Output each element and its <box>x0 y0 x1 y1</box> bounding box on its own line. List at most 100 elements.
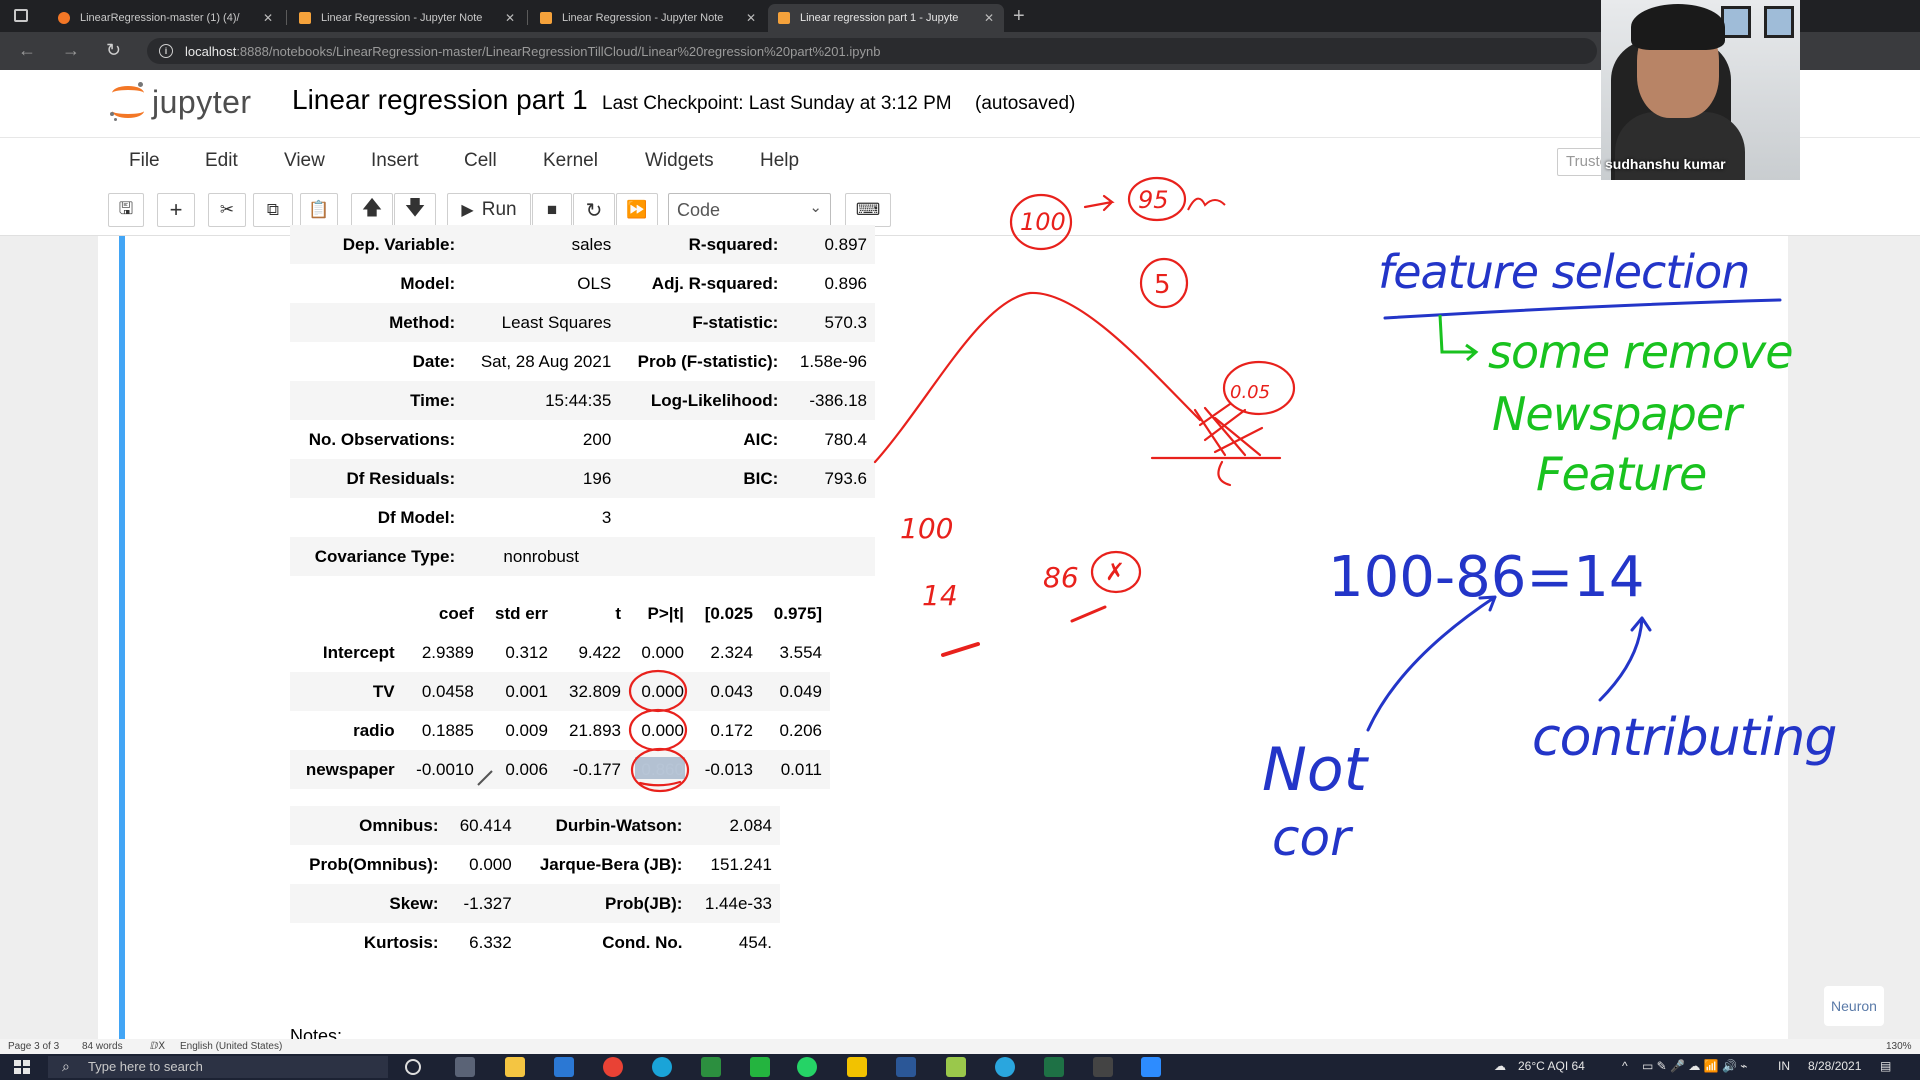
move-down-arrow-icon[interactable]: 🡇 <box>394 193 436 227</box>
move-up-arrow-icon[interactable]: 🡅 <box>351 193 393 227</box>
url-field[interactable]: i localhost:8888/notebooks/LinearRegress… <box>147 38 1597 64</box>
weather-status[interactable]: 26°C AQI 64 <box>1518 1059 1585 1073</box>
jupyter-logo[interactable]: jupyter <box>110 82 252 122</box>
menu-kernel[interactable]: Kernel <box>543 150 598 172</box>
menu-insert[interactable]: Insert <box>371 150 419 172</box>
text-selection-highlight <box>635 757 685 779</box>
run-button[interactable]: ▶ Run <box>447 193 531 227</box>
zoom-icon[interactable] <box>1141 1057 1161 1077</box>
table-row: Skew: -1.327 Prob(JB): 1.44e-33 <box>290 884 780 923</box>
reload-icon[interactable]: ↻ <box>106 40 121 61</box>
save-icon[interactable]: 🖫 <box>108 193 144 227</box>
file-explorer-icon[interactable] <box>505 1057 525 1077</box>
fast-forward-icon[interactable]: ⏩ <box>616 193 658 227</box>
page-count[interactable]: Page 3 of 3 <box>8 1041 59 1052</box>
zoom-level[interactable]: 130% <box>1886 1041 1912 1052</box>
excel-icon[interactable] <box>1044 1057 1064 1077</box>
word-icon[interactable] <box>896 1057 916 1077</box>
cortana-icon[interactable] <box>405 1059 421 1075</box>
table-row: Df Model: 3 <box>377 507 612 527</box>
copy-icon[interactable]: ⧉ <box>253 193 293 227</box>
close-tab-icon[interactable]: ✕ <box>505 11 515 25</box>
table-row: TV 0.0458 0.001 32.809 0.000 0.043 0.049 <box>290 672 830 711</box>
whatsapp-icon[interactable] <box>797 1057 817 1077</box>
keyboard-icon[interactable]: ⌨ <box>845 193 891 227</box>
menu-cell[interactable]: Cell <box>464 150 497 172</box>
info-icon[interactable]: i <box>159 44 173 58</box>
app-icon[interactable] <box>701 1057 721 1077</box>
forward-arrow-icon[interactable]: → <box>62 40 80 61</box>
close-tab-icon[interactable]: ✕ <box>984 11 994 25</box>
word-count[interactable]: 84 words <box>82 1041 123 1052</box>
table-row: Kurtosis: 6.332 Cond. No. 454. <box>363 932 772 952</box>
selected-cell-indicator <box>119 236 125 1039</box>
table-row: Time: 15:44:35 Log-Likelihood: -386.18 <box>290 381 875 420</box>
close-tab-icon[interactable]: ✕ <box>263 11 273 25</box>
tray-icons[interactable]: ▭ ✎ 🎤 ☁ 📶 🔊 ⌁ <box>1642 1059 1747 1073</box>
table-row: Dep. Variable: sales R-squared: 0.897 <box>290 225 875 264</box>
cut-scissors-icon[interactable]: ✂ <box>208 193 246 227</box>
close-tab-icon[interactable]: ✕ <box>746 11 756 25</box>
webcam-overlay: sudhanshu kumar <box>1601 0 1800 180</box>
chrome-icon[interactable] <box>603 1057 623 1077</box>
browser-tab-1[interactable]: LinearRegression-master (1) (4)/ ✕ <box>48 4 283 32</box>
jupyter-logo-icon <box>110 82 146 122</box>
terminal-icon[interactable] <box>1093 1057 1113 1077</box>
notification-icon[interactable]: ▤ <box>1880 1059 1891 1073</box>
url-path: :8888/notebooks/LinearRegression-master/… <box>236 43 881 59</box>
table-row: radio 0.1885 0.009 21.893 0.000 0.172 0.206 <box>353 720 822 740</box>
notebook-toolbar: 🖫 + ✂ ⧉ 📋 🡅 🡇 ▶ Run ■ ↻ ⏩ Code ⌄ ⌨ <box>0 186 1920 236</box>
word-status-bar: Page 3 of 3 84 words ⅅⅩ English (United … <box>0 1039 1920 1054</box>
insert-cell-plus-icon[interactable]: + <box>157 193 195 227</box>
taskbar-search-input[interactable]: ⌕ Type here to search <box>48 1056 388 1078</box>
ols-coefficient-table: coef std err t P>|t| [0.025 0.975] Inter… <box>290 594 830 789</box>
notebook-favicon-icon <box>540 12 552 24</box>
language-indicator[interactable]: English (United States) <box>180 1041 282 1052</box>
browser-tab-3[interactable]: Linear Regression - Jupyter Note ✕ <box>530 4 766 32</box>
cell-type-select[interactable]: Code ⌄ <box>668 193 831 227</box>
tray-chevron-up-icon[interactable]: ^ <box>1622 1059 1628 1073</box>
menu-view[interactable]: View <box>284 150 325 172</box>
windows-taskbar: ⌕ Type here to search ☁ 26°C AQI 64 ^ ▭ … <box>0 1054 1920 1080</box>
table-row: No. Observations: 200 AIC: 780.4 <box>308 429 867 449</box>
jupyter-favicon-icon <box>58 12 70 24</box>
input-language[interactable]: IN <box>1778 1059 1790 1073</box>
taskbar-date[interactable]: 8/28/2021 <box>1808 1059 1861 1073</box>
menu-file[interactable]: File <box>129 150 160 172</box>
stop-square-icon[interactable]: ■ <box>532 193 572 227</box>
autosaved-status: (autosaved) <box>975 93 1076 114</box>
browser-tab-2[interactable]: Linear Regression - Jupyter Note ✕ <box>289 4 525 32</box>
sticky-notes-icon[interactable] <box>847 1057 867 1077</box>
table-row: Date: Sat, 28 Aug 2021 Prob (F-statistic):… <box>412 351 867 371</box>
notebook-title[interactable]: Linear regression part 1 <box>292 84 588 116</box>
browser-tab-4-active[interactable]: Linear regression part 1 - Jupyte ✕ <box>768 4 1004 32</box>
table-row: Omnibus: 60.414 Durbin-Watson: 2.084 <box>290 806 780 845</box>
menu-widgets[interactable]: Widgets <box>645 150 714 172</box>
windows-start-icon[interactable] <box>14 1060 30 1074</box>
notepad-icon[interactable] <box>946 1057 966 1077</box>
new-tab-icon[interactable]: + <box>1013 5 1025 28</box>
notebook-favicon-icon <box>778 12 790 24</box>
restart-icon[interactable]: ↻ <box>573 193 615 227</box>
menu-edit[interactable]: Edit <box>205 150 238 172</box>
task-view-icon[interactable] <box>455 1057 475 1077</box>
table-row: newspaper-0.00100.006-0.1770.860-0.0130.… <box>290 750 830 789</box>
paste-icon[interactable]: 📋 <box>300 193 338 227</box>
menu-help[interactable]: Help <box>760 150 799 172</box>
window-icon[interactable] <box>14 9 28 22</box>
notebook-favicon-icon <box>299 12 311 24</box>
search-icon: ⌕ <box>62 1058 70 1074</box>
play-icon: ▶ <box>461 202 474 219</box>
edge-icon[interactable] <box>652 1057 672 1077</box>
table-row: Intercept 2.9389 0.312 9.422 0.000 2.324 3.554 <box>322 642 822 662</box>
mail-icon[interactable] <box>554 1057 574 1077</box>
telegram-icon[interactable] <box>995 1057 1015 1077</box>
run-label: Run <box>481 199 517 220</box>
anaconda-icon[interactable] <box>750 1057 770 1077</box>
jupyter-logo-text: jupyter <box>152 83 252 120</box>
proofing-icon[interactable]: ⅅⅩ <box>150 1041 165 1052</box>
weather-icon[interactable]: ☁ <box>1494 1059 1506 1073</box>
ols-diagnostics-table: Omnibus: 60.414 Durbin-Watson: 2.084 Prob(O… <box>290 806 780 962</box>
last-checkpoint: Last Checkpoint: Last Sunday at 3:12 PM <box>602 93 952 114</box>
back-arrow-icon[interactable]: ← <box>18 40 36 61</box>
